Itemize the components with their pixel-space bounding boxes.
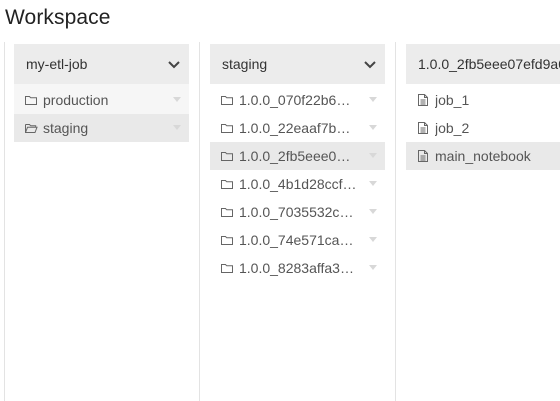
caret-down-icon[interactable] [369,181,377,186]
list-item-folder[interactable]: 1.0.0_22eaaf7b8… [210,114,385,142]
list-item-label: 1.0.0_7035532c0… [239,204,358,220]
file-icon [418,150,428,162]
list-item-label: job_1 [435,92,470,108]
column-header-dropdown[interactable]: 1.0.0_2fb5eee07efd9a6 [406,44,560,84]
caret-down-icon[interactable] [369,209,377,214]
list-item-label: main_notebook [435,148,531,164]
list-item-label: production [43,92,109,108]
list-item-folder[interactable]: 1.0.0_2fb5eee07… [210,142,385,170]
column-1-0-0-2fb5eee07efd9a6: 1.0.0_2fb5eee07efd9a6 job_1 job_2 main_n… [406,44,560,401]
folder-icon [221,152,233,161]
list-item-label: job_2 [435,120,470,136]
list-item-file[interactable]: main_notebook [406,142,560,170]
folder-icon [221,180,233,189]
folder-icon [221,264,233,273]
column-my-etl-job: my-etl-job production staging [14,44,189,401]
folder-icon [221,236,233,245]
list-item-label: 1.0.0_8283affa3c… [239,260,358,276]
column-header-label: my-etl-job [26,56,88,72]
caret-down-icon[interactable] [369,265,377,270]
list-item-file[interactable]: job_2 [406,114,560,142]
list-item-folder[interactable]: 1.0.0_8283affa3c… [210,254,385,282]
caret-down-icon[interactable] [173,125,181,130]
list-item-label: 1.0.0_74e571cae… [239,232,358,248]
folder-icon [221,124,233,133]
chevron-down-icon [168,61,180,69]
caret-down-icon[interactable] [369,237,377,242]
list-item-folder[interactable]: 1.0.0_74e571cae… [210,226,385,254]
column-header-label: 1.0.0_2fb5eee07efd9a6 [418,56,560,72]
list-item-folder[interactable]: 1.0.0_7035532c0… [210,198,385,226]
folder-open-icon [25,124,38,133]
caret-down-icon[interactable] [173,97,181,102]
caret-down-icon[interactable] [369,97,377,102]
column-header-dropdown[interactable]: staging [210,44,385,84]
list-item-label: 1.0.0_2fb5eee07… [239,148,358,164]
column-header-dropdown[interactable]: my-etl-job [14,44,189,84]
folder-icon [221,96,233,105]
column-divider [199,42,200,401]
chevron-down-icon [364,61,376,69]
caret-down-icon[interactable] [369,125,377,130]
list-item-folder[interactable]: 1.0.0_070f22b64… [210,86,385,114]
list-item-label: 1.0.0_22eaaf7b8… [239,120,358,136]
page-title: Workspace [5,6,111,29]
list-item-label: staging [43,120,89,136]
column-header-label: staging [222,56,268,72]
list-item-staging[interactable]: staging [14,114,189,142]
list-item-folder[interactable]: 1.0.0_4b1d28ccf… [210,170,385,198]
list-item-label: 1.0.0_070f22b64… [239,92,358,108]
column-divider [4,42,5,401]
folder-icon [25,96,37,105]
list-item-file[interactable]: job_1 [406,86,560,114]
column-staging: staging 1.0.0_070f22b64… 1.0.0_22eaaf7b8… [210,44,385,401]
folder-icon [221,208,233,217]
caret-down-icon[interactable] [369,153,377,158]
column-divider [395,42,396,401]
file-icon [418,122,428,134]
list-item-label: 1.0.0_4b1d28ccf… [239,176,357,192]
list-item-production[interactable]: production [14,86,189,114]
file-icon [418,94,428,106]
